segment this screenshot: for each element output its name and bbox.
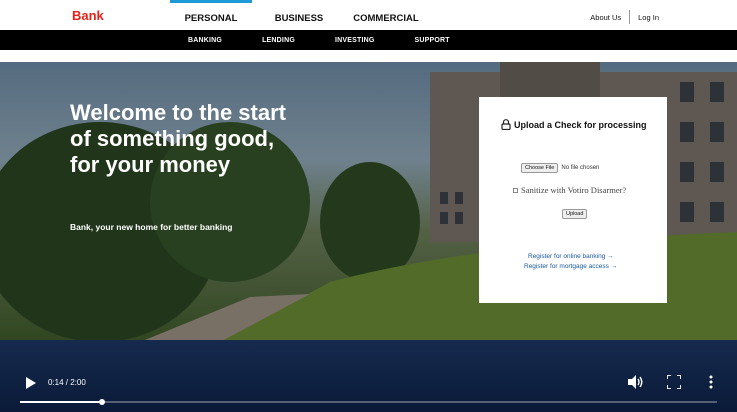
video-time: 0:14 / 2:00 xyxy=(48,378,86,387)
volume-icon[interactable] xyxy=(628,375,644,389)
subnav-item-lending[interactable]: LENDING xyxy=(262,37,295,44)
hero-subtitle: Bank, your new home for better banking xyxy=(70,222,233,232)
file-status: No file chosen xyxy=(561,165,600,171)
fullscreen-icon[interactable] xyxy=(667,375,681,389)
card-title: Upload a Check for processing xyxy=(501,119,647,130)
play-icon[interactable] xyxy=(26,377,36,389)
progress-handle[interactable] xyxy=(98,399,105,405)
tab-personal[interactable]: PERSONAL xyxy=(170,0,252,30)
sanitize-label: Sanitize with Votiro Disarmer? xyxy=(521,185,627,195)
register-mortgage-access-link[interactable]: Register for mortgage access → xyxy=(524,263,617,270)
sanitize-option: Sanitize with Votiro Disarmer? xyxy=(513,185,626,195)
about-us-link[interactable]: About Us xyxy=(590,13,621,22)
video-controls: 0:14 / 2:00 xyxy=(0,340,737,412)
top-nav: Bank PERSONAL BUSINESS COMMERCIAL About … xyxy=(0,0,737,30)
sub-nav: BANKING LENDING INVESTING SUPPORT xyxy=(0,30,737,50)
subnav-item-support[interactable]: SUPPORT xyxy=(415,37,450,44)
subnav-item-banking[interactable]: BANKING xyxy=(188,37,222,44)
login-link[interactable]: Log In xyxy=(638,13,659,22)
register-online-banking-link[interactable]: Register for online banking → xyxy=(528,253,614,260)
more-vert-icon[interactable] xyxy=(708,375,714,389)
hero-title: Welcome to the start of something good, … xyxy=(70,100,286,177)
divider xyxy=(629,10,631,24)
upload-check-card: Upload a Check for processing Choose Fil… xyxy=(479,97,667,303)
lock-icon xyxy=(501,119,511,130)
card-title-text: Upload a Check for processing xyxy=(514,119,647,130)
utility-links: About Us Log In xyxy=(590,10,659,24)
duration: 2:00 xyxy=(70,378,86,387)
progress-fill xyxy=(20,401,102,403)
tab-commercial[interactable]: COMMERCIAL xyxy=(348,0,424,30)
brand-logo[interactable]: Bank xyxy=(72,8,104,23)
subnav-item-investing[interactable]: INVESTING xyxy=(335,37,375,44)
video-progress-bar[interactable] xyxy=(20,399,717,405)
current-time: 0:14 xyxy=(48,378,64,387)
choose-file-button[interactable]: Choose File xyxy=(521,163,559,173)
upload-button[interactable]: Upload xyxy=(562,209,588,219)
tab-business[interactable]: BUSINESS xyxy=(260,0,338,30)
file-input: Choose File No file chosen xyxy=(521,163,599,173)
sanitize-checkbox[interactable] xyxy=(513,187,518,193)
primary-tabs: PERSONAL BUSINESS COMMERCIAL xyxy=(170,0,424,30)
